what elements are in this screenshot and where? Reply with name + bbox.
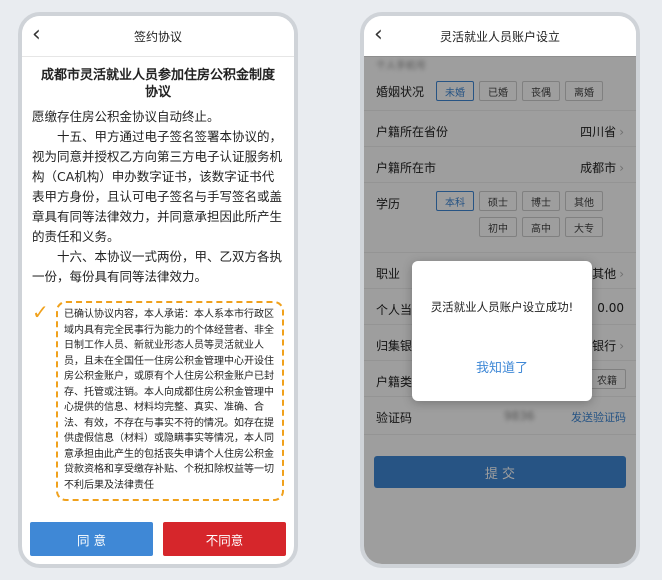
success-message: 灵活就业人员账户设立成功!: [430, 300, 574, 314]
success-dialog: 灵活就业人员账户设立成功! 我知道了: [412, 261, 592, 401]
setup-header: ‹ 灵活就业人员账户设立: [364, 16, 636, 57]
agreement-line-top: 愿缴存住房公积金协议自动终止。: [32, 109, 220, 124]
dialog-ok-button[interactable]: 我知道了: [412, 357, 592, 376]
agree-button[interactable]: 同 意: [30, 522, 153, 556]
check-icon[interactable]: ✓: [32, 301, 56, 501]
account-setup-screen: ‹ 灵活就业人员账户设立 个人手机号 婚姻状况 未婚 已婚 丧偶 离婚 户籍所在…: [360, 12, 640, 568]
back-arrow-icon[interactable]: ‹: [32, 23, 41, 47]
agreement-header: ‹ 签约协议: [22, 16, 294, 57]
disagree-button[interactable]: 不同意: [163, 522, 286, 556]
confirm-section: ✓ 已确认协议内容，本人承诺：本人系本市行政区域内具有完全民事行为能力的个体经营…: [32, 301, 284, 501]
agreement-body[interactable]: 成都市灵活就业人员参加住房公积金制度协议 愿缴存住房公积金协议自动终止。 十五、…: [22, 67, 294, 501]
page-title: 签约协议: [133, 29, 182, 44]
confirm-statement: 已确认协议内容，本人承诺：本人系本市行政区域内具有完全民事行为能力的个体经营者、…: [56, 301, 284, 501]
back-arrow-icon[interactable]: ‹: [374, 23, 383, 47]
action-buttons: 同 意 不同意: [30, 522, 286, 556]
page-title: 灵活就业人员账户设立: [439, 29, 560, 44]
agreement-title: 成都市灵活就业人员参加住房公积金制度协议: [40, 68, 275, 100]
agreement-screen: ‹ 签约协议 成都市灵活就业人员参加住房公积金制度协议 愿缴存住房公积金协议自动…: [18, 12, 298, 568]
clause-16: 十六、本协议一式两份，甲、乙双方各执一份，每份具有同等法律效力。: [32, 249, 283, 284]
clause-15: 十五、甲方通过电子签名签署本协议的，视为同意并授权乙方向第三方电子认证服务机构（…: [32, 129, 283, 244]
